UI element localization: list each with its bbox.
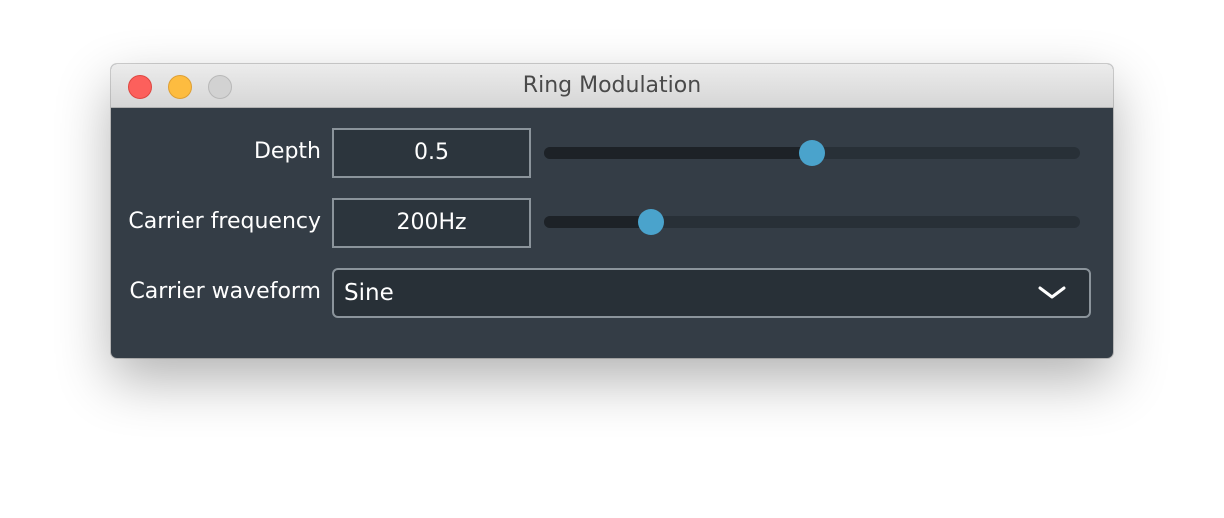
depth-label: Depth: [253, 139, 321, 164]
carrier-waveform-select[interactable]: Sine: [332, 268, 1091, 318]
carrier-frequency-slider[interactable]: [544, 209, 1080, 235]
window-title: Ring Modulation: [522, 73, 702, 98]
title-bar[interactable]: Ring Modulation: [111, 64, 1113, 108]
depth-value-field[interactable]: 0.5: [332, 128, 531, 178]
depth-slider[interactable]: [544, 140, 1080, 166]
carrier-frequency-label: Carrier frequency: [128, 209, 321, 234]
carrier-waveform-selected-value: Sine: [344, 280, 394, 306]
carrier-waveform-label: Carrier waveform: [129, 279, 321, 304]
depth-slider-thumb[interactable]: [799, 140, 825, 166]
carrier-frequency-slider-thumb[interactable]: [638, 209, 665, 235]
plugin-window: Ring Modulation Depth 0.5 Carrier freque…: [111, 64, 1113, 358]
controls-panel: Depth 0.5 Carrier frequency 200Hz Carrie…: [111, 108, 1113, 358]
chevron-down-icon: [1038, 286, 1066, 299]
carrier-frequency-slider-fill: [544, 216, 652, 228]
depth-slider-fill: [544, 147, 812, 159]
carrier-frequency-value-field[interactable]: 200Hz: [332, 198, 531, 248]
